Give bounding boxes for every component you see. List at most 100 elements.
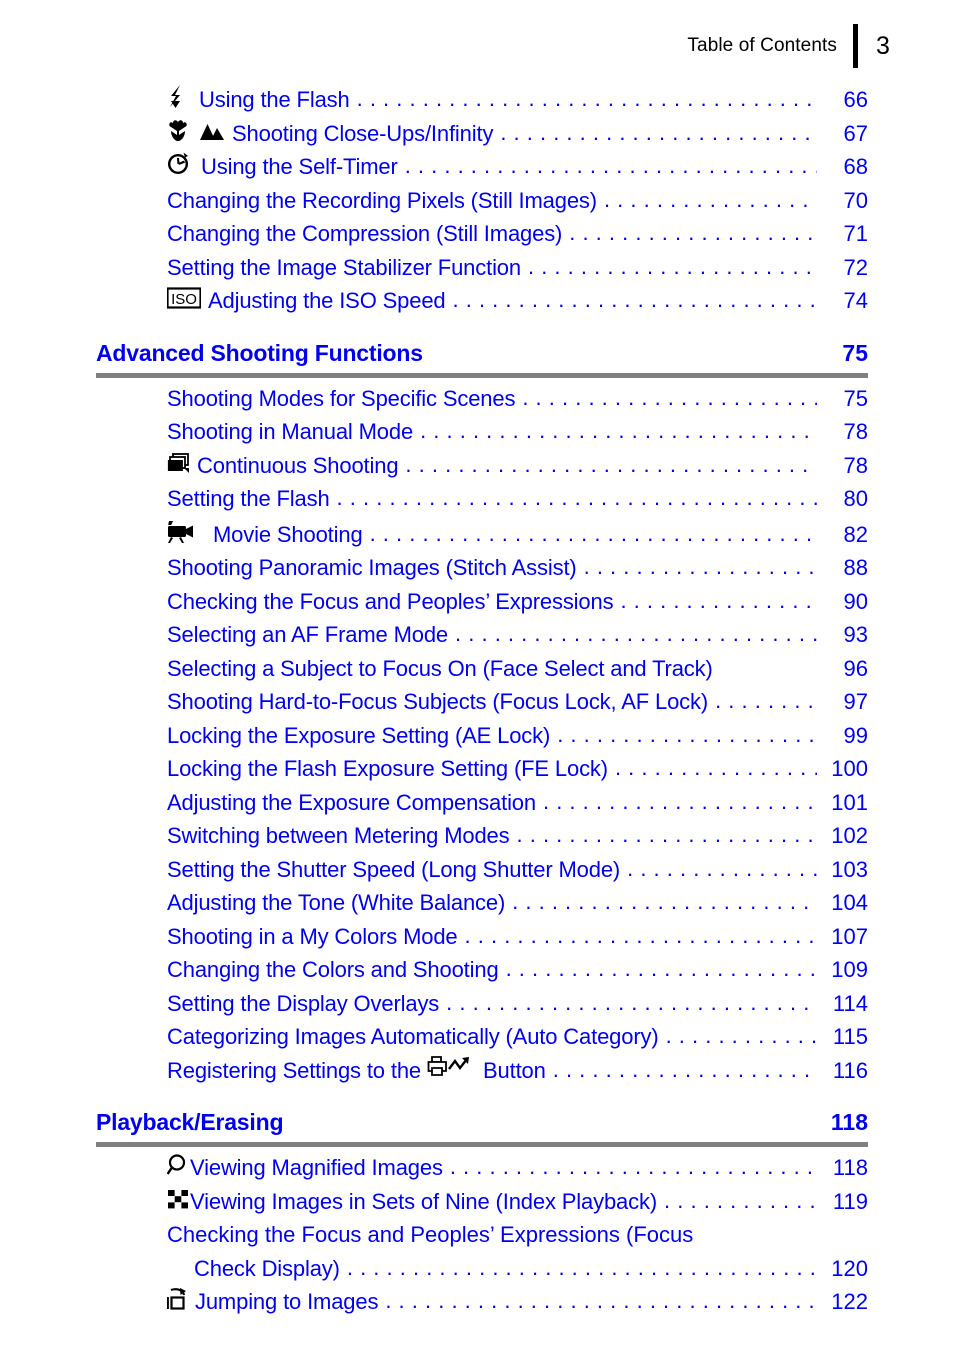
dot-leader <box>385 1290 817 1312</box>
entry-title: Switching between Metering Modes <box>167 823 510 848</box>
entry-title: Using the Flash <box>199 87 350 112</box>
movie-camera-icon <box>167 518 194 544</box>
toc-entry[interactable]: Setting the Flash 80 <box>167 482 868 516</box>
toc-entry[interactable]: Locking the Exposure Setting (AE Lock) 99 <box>167 719 868 753</box>
toc-entry[interactable]: Setting the Shutter Speed (Long Shutter … <box>167 853 868 887</box>
section-header-advanced-shooting-functions[interactable]: Advanced Shooting Functions 75 <box>96 340 868 369</box>
entry-title: Shooting Close-Ups/Infinity <box>232 120 494 146</box>
dot-leader <box>604 189 817 211</box>
dot-leader <box>506 958 817 980</box>
entry-page-number: 99 <box>843 722 868 748</box>
toc-entry[interactable]: Adjusting the Exposure Compensation 101 <box>167 786 868 820</box>
dot-leader <box>584 556 817 578</box>
entry-title-text: Check Display) <box>194 1255 340 1281</box>
entry-page-number: 82 <box>843 521 868 547</box>
toc-entry[interactable]: Shooting in a My Colors Mode 107 <box>167 920 868 954</box>
toc-entry[interactable]: Adjusting the Tone (White Balance) 104 <box>167 886 868 920</box>
entry-title: Setting the Shutter Speed (Long Shutter … <box>167 856 621 882</box>
entry-title: Changing the Recording Pixels (Still Ima… <box>167 187 597 213</box>
toc-entry[interactable]: Using the Flash 66 <box>167 82 868 117</box>
entry-title: Checking the Focus and Peoples’ Expressi… <box>167 1222 694 1247</box>
section-title: Advanced Shooting Functions <box>96 339 423 366</box>
entry-page-number: 74 <box>843 288 868 313</box>
entry-title: Jumping to Images <box>195 1289 379 1314</box>
toc-entry[interactable]: Registering Settings to the Button 116 <box>167 1054 868 1088</box>
dot-leader <box>370 523 817 545</box>
toc-entry[interactable]: Categorizing Images Automatically (Auto … <box>167 1020 868 1054</box>
toc-entry[interactable]: Setting the Image Stabilizer Function 72 <box>167 251 868 285</box>
entry-page-number: 97 <box>843 689 868 714</box>
entry-page-number: 68 <box>843 154 868 179</box>
entry-title: Registering Settings to the <box>167 1057 421 1083</box>
toc-entry[interactable]: Movie Shooting 82 <box>167 516 868 552</box>
toc-entry[interactable]: Shooting Panoramic Images (Stitch Assist… <box>167 551 868 585</box>
entry-title: Setting the Flash <box>167 486 330 511</box>
dot-leader <box>512 891 817 913</box>
section-page-number: 75 <box>842 339 868 366</box>
entry-title: Selecting a Subject to Focus On (Face Se… <box>167 655 713 681</box>
toc-entry[interactable]: Continuous Shooting 78 <box>167 449 868 483</box>
entry-title: Shooting Modes for Specific Scenes <box>167 385 516 411</box>
entry-title: Viewing Images in Sets of Nine (Index Pl… <box>190 1188 658 1214</box>
toc-entry[interactable]: Shooting Hard-to-Focus Subjects (Focus L… <box>167 685 868 719</box>
entry-page-number: 119 <box>832 1188 868 1214</box>
entry-title: Checking the Focus and Peoples’ Expressi… <box>167 588 614 614</box>
dot-leader <box>620 590 817 612</box>
toc-entry[interactable]: Setting the Display Overlays 114 <box>167 987 868 1021</box>
toc-entry[interactable]: Checking the Focus and Peoples’ Expressi… <box>167 585 868 619</box>
dot-leader <box>405 454 817 476</box>
continuous-shooting-icon <box>167 452 190 475</box>
toc-entry[interactable]: Checking the Focus and Peoples’ Expressi… <box>167 1218 868 1285</box>
entry-page-number: 66 <box>843 87 868 112</box>
toc-entry[interactable]: Changing the Colors and Shooting 109 <box>167 953 868 987</box>
page-title: Table of Contents <box>687 35 837 56</box>
entry-title: Locking the Flash Exposure Setting (FE L… <box>167 756 608 781</box>
iso-icon: ISO <box>167 286 201 310</box>
entry-title: Changing the Colors and Shooting <box>167 957 499 982</box>
toc-entry[interactable]: Shooting Close-Ups/Infinity 67 <box>167 117 868 151</box>
entry-page-number: 78 <box>843 452 868 478</box>
section-header-playback-erasing[interactable]: Playback/Erasing 118 <box>96 1109 868 1138</box>
entry-title: Viewing Magnified Images <box>190 1155 443 1180</box>
dot-leader <box>357 88 817 110</box>
toc-entry[interactable]: Switching between Metering Modes 102 <box>167 819 868 853</box>
entry-title: Changing the Compression (Still Images) <box>167 221 563 246</box>
toc-entry[interactable]: Shooting in Manual Mode 78 <box>167 415 868 449</box>
entry-title: Adjusting the Tone (White Balance) <box>167 890 506 915</box>
entry-title-continued: Check Display) 120 <box>167 1252 868 1286</box>
dot-leader <box>465 925 817 947</box>
toc-entry[interactable]: Changing the Compression (Still Images) 7… <box>167 217 868 251</box>
section-page-number: 118 <box>830 1109 868 1135</box>
dot-leader <box>528 256 817 278</box>
entry-page-number: 80 <box>843 486 868 511</box>
toc-entry[interactable]: ISO Adjusting the ISO Speed 74 <box>167 284 868 318</box>
toc-entry[interactable]: Jumping to Images 122 <box>167 1285 868 1319</box>
toc-entry[interactable]: Viewing Magnified Images 118 <box>167 1151 868 1185</box>
entry-page-number: 120 <box>831 1255 868 1281</box>
toc-entry[interactable]: Changing the Recording Pixels (Still Ima… <box>167 184 868 218</box>
entry-page-number: 93 <box>843 622 868 647</box>
entry-title: Setting the Image Stabilizer Function <box>167 254 521 280</box>
toc-entry[interactable]: Selecting a Subject to Focus On (Face Se… <box>167 652 868 686</box>
dot-leader <box>420 420 817 442</box>
toc-entry[interactable]: Using the Self-Timer 68 <box>167 150 868 184</box>
entry-title: Using the Self-Timer <box>201 154 398 179</box>
entry-title: Movie Shooting <box>213 521 363 547</box>
table-of-contents: Using the Flash 66 Shooting Close-Ups/Infi… <box>96 82 868 1319</box>
page-header: Table of Contents 3 <box>0 24 954 68</box>
entry-list: Viewing Magnified Images 118 Viewing Image… <box>96 1151 868 1319</box>
entry-title: Adjusting the ISO Speed <box>208 288 446 313</box>
dot-leader <box>557 724 817 746</box>
dot-leader <box>347 1257 817 1279</box>
entry-title: Setting the Display Overlays <box>167 990 440 1016</box>
entry-title: Continuous Shooting <box>197 452 399 478</box>
header-divider <box>853 24 858 68</box>
dot-leader <box>522 387 817 409</box>
dot-leader <box>615 757 817 779</box>
toc-entry[interactable]: Selecting an AF Frame Mode 93 <box>167 618 868 652</box>
toc-entry[interactable]: Locking the Flash Exposure Setting (FE L… <box>167 752 868 786</box>
toc-entry[interactable]: Shooting Modes for Specific Scenes 75 <box>167 382 868 416</box>
entry-page-number: 88 <box>843 555 868 580</box>
toc-section-playback-erasing: Playback/Erasing 118 Viewing Magnified Ima… <box>96 1109 868 1319</box>
toc-entry[interactable]: Viewing Images in Sets of Nine (Index Pl… <box>167 1185 868 1219</box>
